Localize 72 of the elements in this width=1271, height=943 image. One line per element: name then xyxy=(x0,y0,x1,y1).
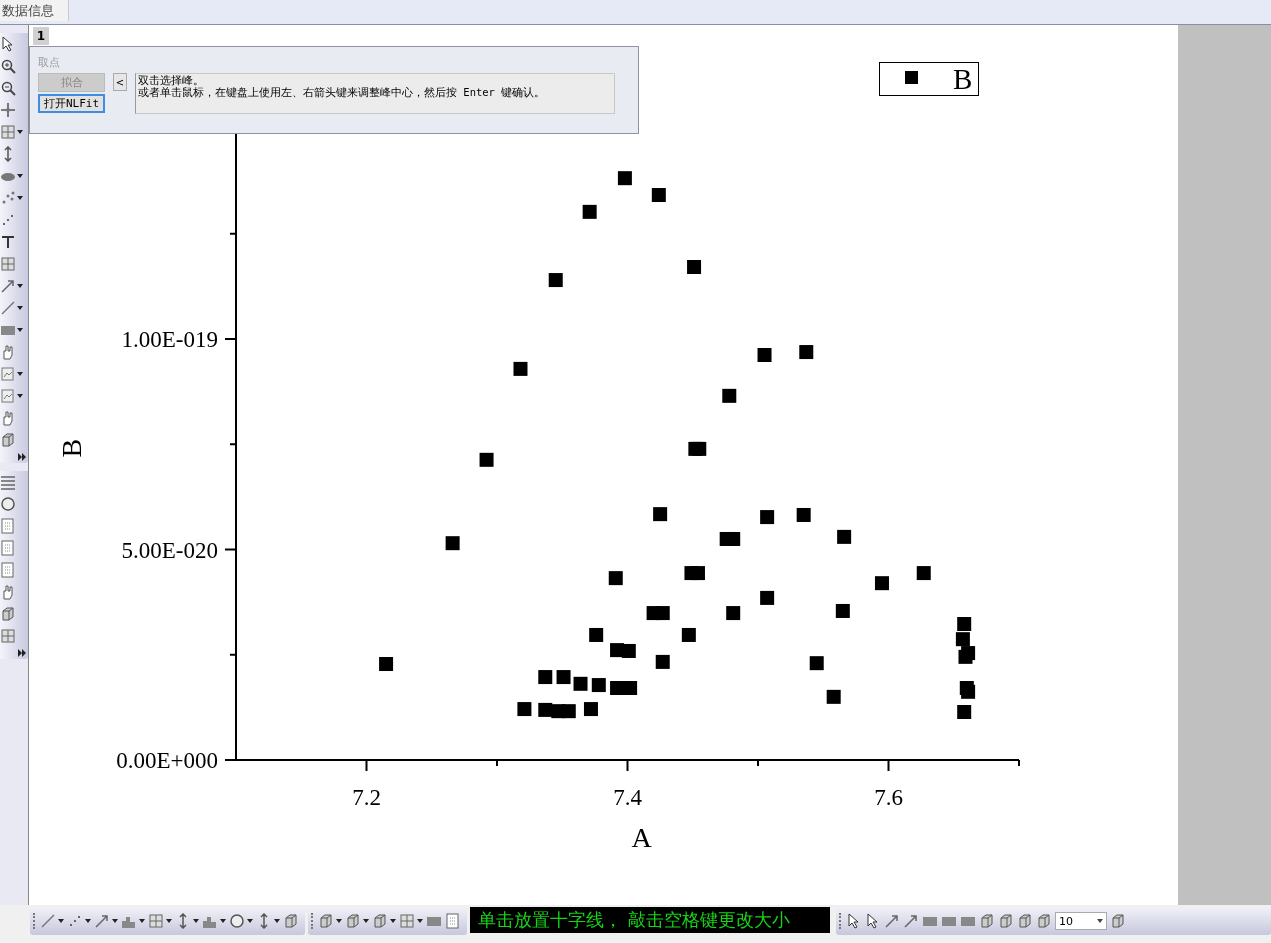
caret-icon[interactable] xyxy=(17,130,23,134)
hand-icon[interactable] xyxy=(0,344,16,360)
lines-icon[interactable] xyxy=(0,474,16,490)
scatter-points-icon[interactable] xyxy=(0,190,16,206)
cube-icon[interactable] xyxy=(345,913,361,929)
chevron-icon[interactable] xyxy=(18,649,26,657)
cube-icon[interactable] xyxy=(1017,913,1033,929)
caret-icon[interactable] xyxy=(17,328,23,332)
caret-icon[interactable] xyxy=(112,919,118,923)
crosshair-icon[interactable] xyxy=(0,102,16,118)
sheet-icon[interactable] xyxy=(0,518,16,534)
open-nlfit-button[interactable]: 打开NLFit xyxy=(38,94,105,113)
caret-icon[interactable] xyxy=(58,919,64,923)
arrow-line-icon[interactable] xyxy=(903,913,919,929)
status-message: 单击放置十字线， 敲击空格键更改大小 xyxy=(470,907,830,933)
panel-title: 取点 xyxy=(38,55,61,71)
cube-icon[interactable] xyxy=(0,432,16,448)
sheet-icon[interactable] xyxy=(0,540,16,556)
arrow-line-icon[interactable] xyxy=(0,278,16,294)
collapse-button[interactable]: < xyxy=(113,73,127,91)
caret-icon[interactable] xyxy=(17,196,23,200)
cube-icon[interactable] xyxy=(1036,913,1052,929)
caret-icon[interactable] xyxy=(17,306,23,310)
caret-icon[interactable] xyxy=(390,919,396,923)
caret-icon[interactable] xyxy=(363,919,369,923)
caret-icon[interactable] xyxy=(166,919,172,923)
caret-icon[interactable] xyxy=(193,919,199,923)
caret-icon[interactable] xyxy=(85,919,91,923)
arrow-line-icon[interactable] xyxy=(884,913,900,929)
line-icon[interactable] xyxy=(0,300,16,316)
zoom-out-icon[interactable] xyxy=(0,80,16,96)
x-tick-label: 7.6 xyxy=(874,785,903,810)
caret-icon[interactable] xyxy=(17,394,23,398)
cube-icon[interactable] xyxy=(372,913,388,929)
data-info-tab[interactable]: 数据信息 xyxy=(0,0,69,21)
layer-tab[interactable]: 1 xyxy=(33,27,49,45)
caret-icon[interactable] xyxy=(417,919,423,923)
caret-icon[interactable] xyxy=(17,372,23,376)
dotted-points-icon[interactable] xyxy=(0,212,16,228)
x-axis-title: A xyxy=(631,822,652,853)
font-size-combo[interactable]: 10 xyxy=(1055,912,1107,930)
instruction-text: 或者单击鼠标，在键盘上使用左、右箭头键来调整峰中心，然后按 Enter 键确认。 xyxy=(138,86,547,98)
legend-label: B xyxy=(953,63,973,95)
cube-icon[interactable] xyxy=(318,913,334,929)
cube-icon[interactable] xyxy=(979,913,995,929)
y-tick-label: 0.00E+000 xyxy=(116,748,218,773)
table-icon[interactable] xyxy=(0,256,16,272)
caret-icon[interactable] xyxy=(139,919,145,923)
cube-icon[interactable] xyxy=(283,913,299,929)
zoom-in-icon[interactable] xyxy=(0,58,16,74)
circle-icon[interactable] xyxy=(0,496,16,512)
scatter-points-icon[interactable] xyxy=(67,913,83,929)
dotted-sheet-icon[interactable] xyxy=(0,562,16,578)
caret-icon[interactable] xyxy=(336,919,342,923)
table-icon[interactable] xyxy=(0,628,16,644)
caret-icon[interactable] xyxy=(274,919,280,923)
caret-icon[interactable] xyxy=(247,919,253,923)
x-tick-label: 7.2 xyxy=(352,785,381,810)
caret-icon[interactable] xyxy=(17,174,23,178)
text-tool-icon[interactable] xyxy=(0,234,16,250)
cube-icon[interactable] xyxy=(1110,913,1126,929)
cube-icon[interactable] xyxy=(998,913,1014,929)
caret-icon[interactable] xyxy=(220,919,226,923)
y-axis-title: B xyxy=(56,438,87,458)
y-tick-label: 5.00E-020 xyxy=(121,537,218,563)
x-tick-label: 7.4 xyxy=(613,785,642,810)
chevron-icon[interactable] xyxy=(18,453,26,461)
caret-icon[interactable] xyxy=(17,284,23,288)
instruction-text: 双击选择峰。 xyxy=(138,74,205,86)
line-icon[interactable] xyxy=(40,913,56,929)
y-tick-label: 1.00E-019 xyxy=(121,327,218,352)
caret-icon[interactable] xyxy=(1097,919,1103,923)
